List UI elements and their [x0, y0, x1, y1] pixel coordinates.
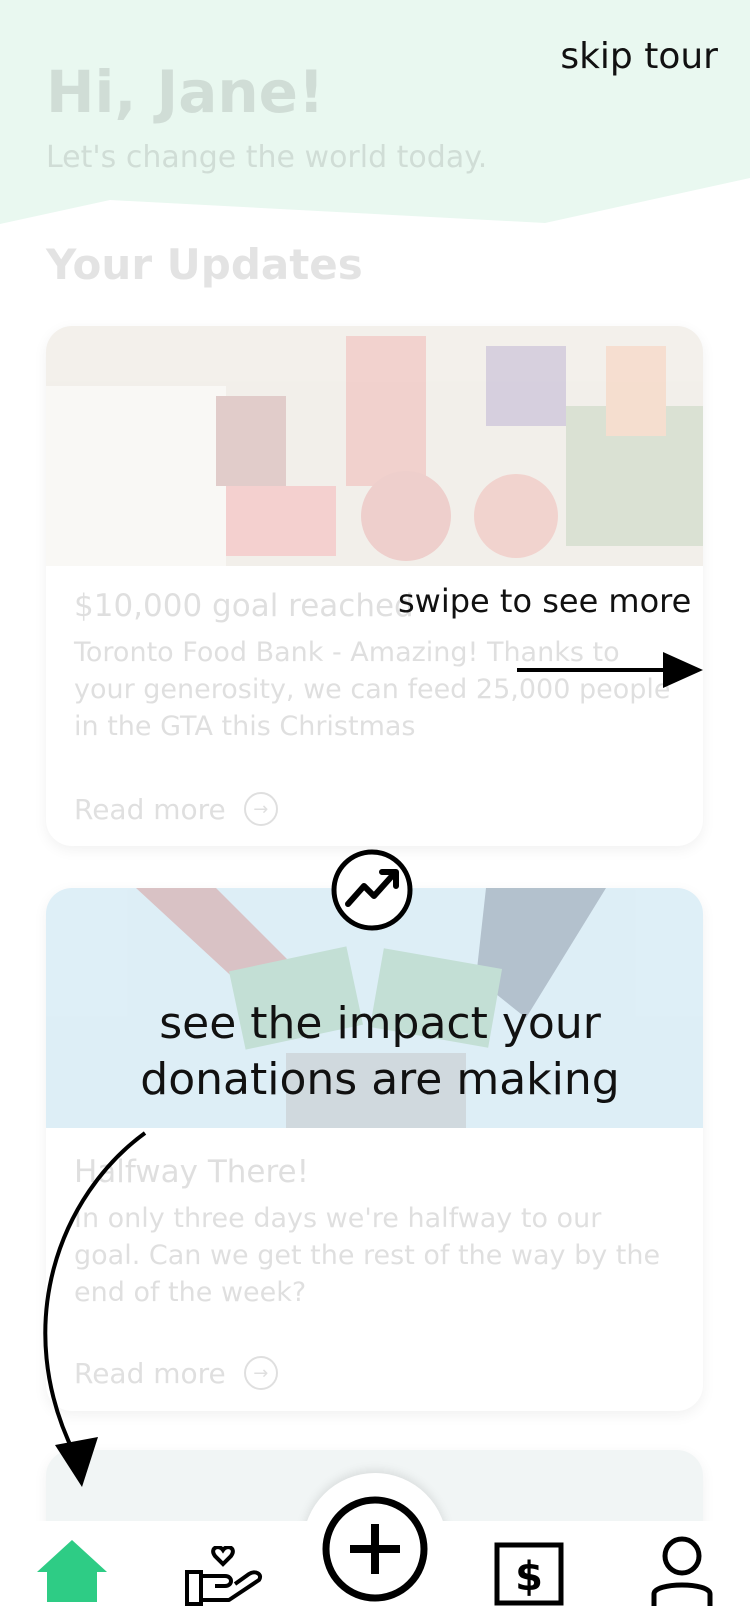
skip-tour-button[interactable]: skip tour	[560, 36, 718, 77]
impact-hint-text: see the impact your donations are making	[140, 998, 620, 1105]
card-body: In only three days we're halfway to our …	[74, 1203, 661, 1308]
home-icon[interactable]	[35, 1538, 109, 1604]
read-more-label: Read more	[74, 792, 226, 826]
profile-icon[interactable]	[650, 1536, 714, 1608]
add-icon[interactable]	[320, 1494, 430, 1604]
greeting-subtitle: Let's change the world today.	[46, 140, 488, 175]
dollar-icon[interactable]: $	[494, 1542, 564, 1606]
curved-arrow-icon	[43, 1131, 147, 1487]
card-title: Halfway There!	[74, 1154, 310, 1190]
arrow-right-circle-icon: →	[243, 1356, 278, 1390]
svg-text:$: $	[515, 1554, 543, 1600]
read-more-link[interactable]: Read more →	[74, 792, 278, 826]
give-heart-icon[interactable]	[185, 1546, 265, 1608]
arrow-right-icon	[517, 652, 703, 688]
trending-up-icon	[331, 849, 413, 931]
section-title: Your Updates	[46, 240, 363, 289]
food-donations-photo	[46, 326, 703, 566]
greeting-heading: Hi, Jane!	[46, 58, 325, 126]
arrow-right-circle-icon: →	[243, 792, 278, 826]
swipe-hint-text: swipe to see more	[398, 582, 692, 620]
